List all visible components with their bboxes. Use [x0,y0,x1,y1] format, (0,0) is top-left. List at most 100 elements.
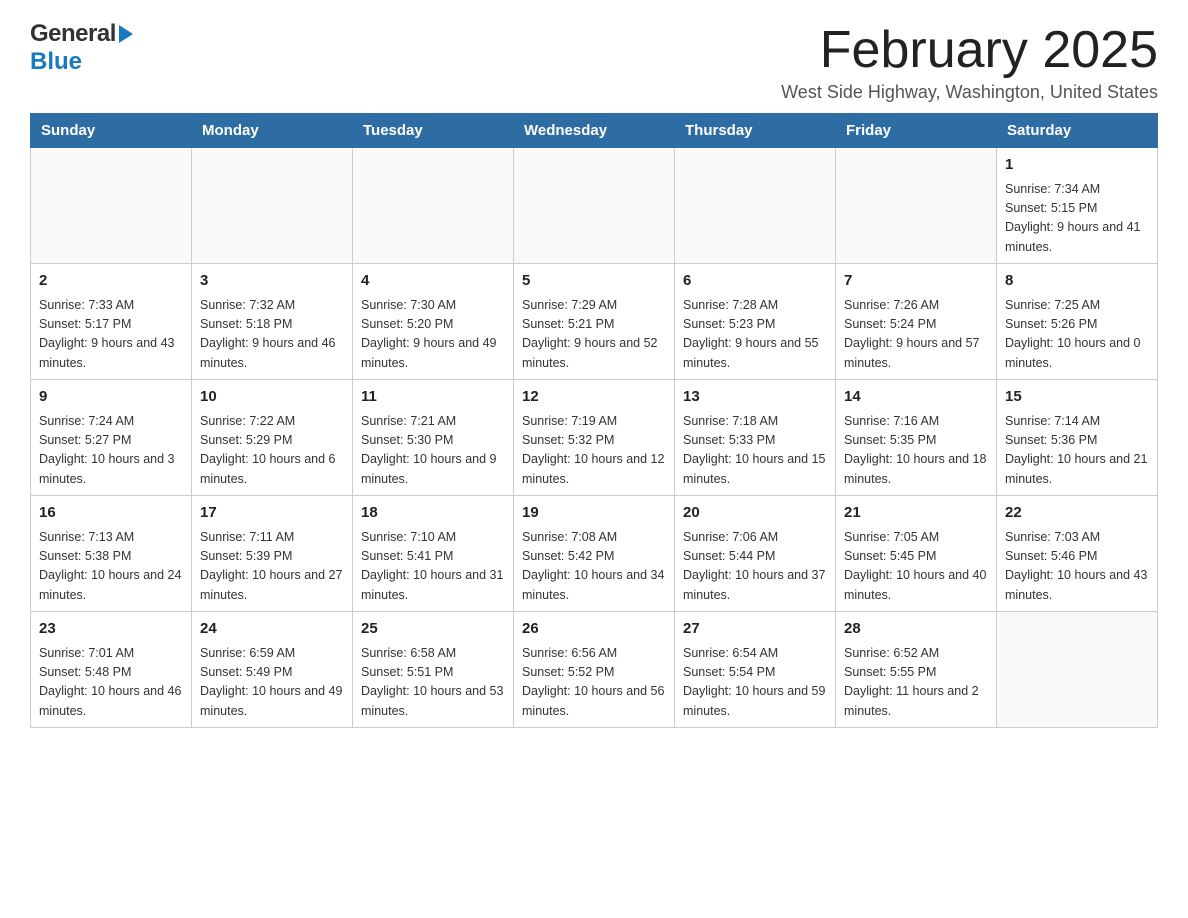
day-header-sunday: Sunday [31,114,192,148]
day-number: 9 [39,386,183,409]
right-header: February 2025 West Side Highway, Washing… [781,20,1158,103]
day-info: Sunrise: 7:11 AMSunset: 5:39 PMDaylight:… [200,528,344,606]
calendar-week-5: 23 Sunrise: 7:01 AMSunset: 5:48 PMDayligh… [31,612,1158,728]
day-info: Sunrise: 7:08 AMSunset: 5:42 PMDaylight:… [522,528,666,606]
calendar-day: 9 Sunrise: 7:24 AMSunset: 5:27 PMDaylight… [31,380,192,496]
day-info: Sunrise: 7:21 AMSunset: 5:30 PMDaylight:… [361,412,505,490]
calendar-header: SundayMondayTuesdayWednesdayThursdayFrid… [31,114,1158,148]
day-number: 21 [844,502,988,525]
calendar-day: 15 Sunrise: 7:14 AMSunset: 5:36 PMDayligh… [997,380,1158,496]
calendar-week-1: 1 Sunrise: 7:34 AMSunset: 5:15 PMDaylight… [31,148,1158,264]
calendar-day [836,148,997,264]
day-number: 11 [361,386,505,409]
day-info: Sunrise: 7:14 AMSunset: 5:36 PMDaylight:… [1005,412,1149,490]
day-info: Sunrise: 6:58 AMSunset: 5:51 PMDaylight:… [361,644,505,722]
logo-triangle-icon [119,25,133,43]
calendar-week-4: 16 Sunrise: 7:13 AMSunset: 5:38 PMDayligh… [31,496,1158,612]
calendar-day: 4Sunrise: 7:30 AMSunset: 5:20 PMDaylight… [353,264,514,380]
calendar-day: 3 Sunrise: 7:32 AMSunset: 5:18 PMDaylight… [192,264,353,380]
day-number: 2 [39,270,183,293]
day-number: 15 [1005,386,1149,409]
day-number: 1 [1005,154,1149,177]
day-info: Sunrise: 7:18 AMSunset: 5:33 PMDaylight:… [683,412,827,490]
calendar-day: 26Sunrise: 6:56 AMSunset: 5:52 PMDayligh… [514,612,675,728]
calendar-day: 11 Sunrise: 7:21 AMSunset: 5:30 PMDayligh… [353,380,514,496]
day-info: Sunrise: 7:19 AMSunset: 5:32 PMDaylight:… [522,412,666,490]
day-number: 3 [200,270,344,293]
day-number: 25 [361,618,505,641]
day-info: Sunrise: 7:30 AMSunset: 5:20 PMDaylight:… [361,296,505,374]
day-number: 16 [39,502,183,525]
day-info: Sunrise: 7:26 AMSunset: 5:24 PMDaylight:… [844,296,988,374]
location-subtitle: West Side Highway, Washington, United St… [781,82,1158,103]
calendar-day [514,148,675,264]
day-number: 28 [844,618,988,641]
day-info: Sunrise: 6:59 AMSunset: 5:49 PMDaylight:… [200,644,344,722]
day-number: 23 [39,618,183,641]
calendar-day [675,148,836,264]
calendar-day: 16 Sunrise: 7:13 AMSunset: 5:38 PMDayligh… [31,496,192,612]
day-number: 26 [522,618,666,641]
calendar-day: 25 Sunrise: 6:58 AMSunset: 5:51 PMDayligh… [353,612,514,728]
day-info: Sunrise: 6:54 AMSunset: 5:54 PMDaylight:… [683,644,827,722]
calendar-day: 7Sunrise: 7:26 AMSunset: 5:24 PMDaylight… [836,264,997,380]
calendar-day: 27 Sunrise: 6:54 AMSunset: 5:54 PMDayligh… [675,612,836,728]
calendar-day [353,148,514,264]
day-number: 12 [522,386,666,409]
day-number: 20 [683,502,827,525]
day-info: Sunrise: 7:33 AMSunset: 5:17 PMDaylight:… [39,296,183,374]
day-number: 6 [683,270,827,293]
day-info: Sunrise: 7:03 AMSunset: 5:46 PMDaylight:… [1005,528,1149,606]
day-info: Sunrise: 7:01 AMSunset: 5:48 PMDaylight:… [39,644,183,722]
day-info: Sunrise: 6:52 AMSunset: 5:55 PMDaylight:… [844,644,988,722]
day-number: 18 [361,502,505,525]
calendar-day: 8 Sunrise: 7:25 AMSunset: 5:26 PMDaylight… [997,264,1158,380]
day-header-saturday: Saturday [997,114,1158,148]
day-number: 13 [683,386,827,409]
page-header: General Blue February 2025 West Side Hig… [30,20,1158,103]
day-info: Sunrise: 7:13 AMSunset: 5:38 PMDaylight:… [39,528,183,606]
day-info: Sunrise: 7:22 AMSunset: 5:29 PMDaylight:… [200,412,344,490]
calendar-day: 13 Sunrise: 7:18 AMSunset: 5:33 PMDayligh… [675,380,836,496]
day-number: 17 [200,502,344,525]
logo: General Blue [30,20,133,75]
calendar-day: 10 Sunrise: 7:22 AMSunset: 5:29 PMDayligh… [192,380,353,496]
day-number: 27 [683,618,827,641]
calendar-day: 5 Sunrise: 7:29 AMSunset: 5:21 PMDaylight… [514,264,675,380]
day-header-tuesday: Tuesday [353,114,514,148]
day-info: Sunrise: 7:06 AMSunset: 5:44 PMDaylight:… [683,528,827,606]
day-info: Sunrise: 7:24 AMSunset: 5:27 PMDaylight:… [39,412,183,490]
day-header-thursday: Thursday [675,114,836,148]
calendar-day [997,612,1158,728]
calendar-week-3: 9 Sunrise: 7:24 AMSunset: 5:27 PMDaylight… [31,380,1158,496]
calendar-week-2: 2 Sunrise: 7:33 AMSunset: 5:17 PMDaylight… [31,264,1158,380]
calendar-day: 6Sunrise: 7:28 AMSunset: 5:23 PMDaylight… [675,264,836,380]
calendar-day: 18Sunrise: 7:10 AMSunset: 5:41 PMDayligh… [353,496,514,612]
day-info: Sunrise: 7:34 AMSunset: 5:15 PMDaylight:… [1005,180,1149,258]
day-number: 5 [522,270,666,293]
day-number: 10 [200,386,344,409]
day-info: Sunrise: 7:29 AMSunset: 5:21 PMDaylight:… [522,296,666,374]
day-header-row: SundayMondayTuesdayWednesdayThursdayFrid… [31,114,1158,148]
day-info: Sunrise: 7:25 AMSunset: 5:26 PMDaylight:… [1005,296,1149,374]
day-number: 19 [522,502,666,525]
calendar-day: 2 Sunrise: 7:33 AMSunset: 5:17 PMDaylight… [31,264,192,380]
day-info: Sunrise: 7:16 AMSunset: 5:35 PMDaylight:… [844,412,988,490]
calendar-day: 17 Sunrise: 7:11 AMSunset: 5:39 PMDayligh… [192,496,353,612]
calendar-day: 28 Sunrise: 6:52 AMSunset: 5:55 PMDayligh… [836,612,997,728]
calendar-day: 14Sunrise: 7:16 AMSunset: 5:35 PMDayligh… [836,380,997,496]
calendar-day: 21Sunrise: 7:05 AMSunset: 5:45 PMDayligh… [836,496,997,612]
day-header-friday: Friday [836,114,997,148]
logo-general-text: General [30,20,116,48]
calendar-day [192,148,353,264]
day-number: 8 [1005,270,1149,293]
calendar-day: 24 Sunrise: 6:59 AMSunset: 5:49 PMDayligh… [192,612,353,728]
day-number: 24 [200,618,344,641]
day-header-monday: Monday [192,114,353,148]
day-number: 22 [1005,502,1149,525]
day-info: Sunrise: 7:32 AMSunset: 5:18 PMDaylight:… [200,296,344,374]
calendar-day: 20 Sunrise: 7:06 AMSunset: 5:44 PMDayligh… [675,496,836,612]
calendar-day: 23 Sunrise: 7:01 AMSunset: 5:48 PMDayligh… [31,612,192,728]
day-header-wednesday: Wednesday [514,114,675,148]
calendar-day [31,148,192,264]
